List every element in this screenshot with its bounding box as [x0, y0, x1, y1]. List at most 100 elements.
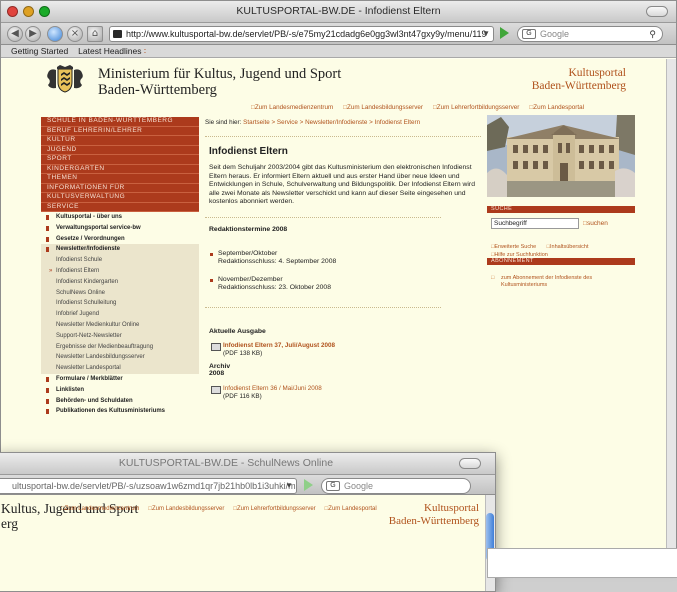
search-placeholder: Google [344, 481, 374, 491]
nav-sport[interactable]: SPORT [41, 155, 199, 165]
sidebar-item-schulnews[interactable]: SchulNews Online [41, 287, 199, 299]
go-icon[interactable] [304, 479, 313, 491]
vertical-scrollbar[interactable] [666, 59, 676, 560]
sidebar-item-newsletter[interactable]: Newsletter/Infodienste [41, 244, 199, 256]
link-landesportal[interactable]: Zum Landesportal [529, 104, 584, 111]
link-landesbildungsserver[interactable]: Zum Landesbildungsserver [343, 104, 423, 111]
nav-schule[interactable]: SCHULE IN BADEN-WÜRTTEMBERG [41, 117, 199, 127]
bookmarks-bar: Getting Started Latest Headlines ∶ [1, 45, 676, 58]
sidebar-item-formulare[interactable]: Formulare / Merkblätter [41, 374, 199, 385]
archive-issue-link[interactable]: Infodienst Eltern 36 / Mai/Juni 2008 [223, 385, 481, 393]
site-search-input[interactable]: Suchbegriff [491, 218, 579, 229]
window-title: KULTUSPORTAL-BW.DE - SchulNews Online [118, 457, 334, 469]
go-icon[interactable] [500, 27, 509, 39]
site-search-button[interactable]: suchen [583, 220, 608, 227]
bookmark-latest-headlines-label: Latest Headlines [78, 46, 142, 56]
abonnement-link[interactable]: □ zum Abonnement der Infodienste des Kul… [487, 265, 635, 289]
sidebar-item-ueber-uns[interactable]: Kultusportal - über uns [41, 212, 199, 223]
sidebar-item-landesbildungsserver[interactable]: Newsletter Landesbildungsserver [41, 352, 199, 364]
magnifier-icon[interactable]: ⚲ [649, 27, 656, 41]
top-links: Zum Landesmedienzentrum Zum Landesbildun… [61, 506, 377, 512]
nav-kindergarten[interactable]: KINDERGARTEN [41, 165, 199, 174]
termin-date: Redaktionsschluss: 4. September 2008 [218, 258, 337, 265]
breadcrumb-path[interactable]: Startseite > Service > Newsletter/Infodi… [243, 119, 420, 126]
divider [205, 136, 481, 137]
back-icon[interactable]: ◀ [7, 26, 23, 42]
link-landesbildungsserver[interactable]: Zum Landesbildungsserver [148, 506, 224, 512]
search-input[interactable]: G Google ⚲ [517, 26, 663, 42]
search-section-header: SUCHE [487, 206, 635, 213]
toolbar-toggle-button[interactable] [459, 458, 481, 469]
chevron-down-icon[interactable]: ▼ [285, 479, 293, 493]
browser-window-schulnews: KULTUSPORTAL-BW.DE - SchulNews Online ul… [0, 452, 496, 592]
nav-jugend[interactable]: JUGEND [41, 146, 199, 155]
service-subnavigation: Kultusportal - über uns Verwaltungsporta… [41, 212, 199, 417]
sidebar-item-schulleitung[interactable]: Infodienst Schulleitung [41, 298, 199, 310]
portal-line-2: Baden-Württemberg [388, 515, 479, 527]
portal-line-1: Kultusportal [568, 67, 627, 79]
home-icon[interactable]: ⌂ [87, 26, 103, 42]
address-bar[interactable]: ultusportal-bw.de/servlet/PB/-s/uzsoaw1w… [0, 478, 297, 494]
stop-icon[interactable]: × [67, 26, 83, 42]
sidebar-item-behoerden[interactable]: Behörden- und Schuldaten [41, 396, 199, 407]
forward-icon[interactable]: ▶ [25, 26, 41, 42]
sidebar-item-infodienst-kindergarten[interactable]: Infodienst Kindergarten [41, 276, 199, 288]
sidebar-item-service-bw[interactable]: Verwaltungsportal service-bw [41, 223, 199, 234]
background-window-edge [487, 548, 677, 578]
right-column: SUCHE Suchbegriff suchen Erweiterte Such… [487, 115, 635, 289]
link-lehrerfortbildungsserver[interactable]: Zum Lehrerfortbildungsserver [433, 104, 520, 111]
toolbar-toggle-button[interactable] [646, 6, 668, 17]
aktuelle-heading: Aktuelle Ausgabe [209, 327, 266, 335]
portal-line-1: Kultusportal [424, 502, 479, 514]
top-links: Zum Landesmedienzentrum Zum Landesbildun… [251, 104, 584, 111]
bookmark-getting-started[interactable]: Getting Started [11, 45, 68, 57]
link-lehrerfortbildungsserver[interactable]: Zum Lehrerfortbildungsserver [233, 506, 316, 512]
title-bar[interactable]: KULTUSPORTAL-BW.DE - Infodienst Eltern [1, 1, 676, 23]
abonnement-link-line-1: zum Abonnement der Infodienste des [501, 275, 593, 281]
link-hilfe-suchfunktion[interactable]: Hilfe zur Suchfunktion [491, 252, 548, 258]
link-landesmedienzentrum[interactable]: Zum Landesmedienzentrum [251, 104, 333, 111]
chevron-down-icon[interactable]: ▼ [482, 27, 490, 41]
address-bar[interactable]: http://www.kultusportal-bw.de/servlet/PB… [109, 26, 494, 42]
site-header: Ministerium für Kultus, Jugend und Sport… [1, 59, 676, 99]
search-placeholder: Google [540, 29, 570, 39]
sidebar-item-infodienst-schule[interactable]: Infodienst Schule [41, 255, 199, 266]
archive-issue-size: (PDF 116 KB) [223, 392, 262, 400]
sidebar-item-landesportal[interactable]: Newsletter Landesportal [41, 363, 199, 374]
sidebar-item-infobrief-jugend[interactable]: Infobrief Jugend [41, 309, 199, 320]
ministry-line-1: Ministerium für Kultus, Jugend und Sport [98, 66, 342, 82]
nav-beruf[interactable]: BERUF LEHRERIN/LEHRER [41, 127, 199, 136]
termin-item: September/Oktober Redaktionsschluss: 4. … [209, 250, 481, 267]
abonnement-link-line-2: Kultusministeriums [501, 282, 548, 288]
reload-icon[interactable] [47, 26, 63, 42]
sidebar-item-medienkultur[interactable]: Newsletter Medienkultur Online [41, 319, 199, 331]
link-landesmedienzentrum[interactable]: Zum Landesmedienzentrum [61, 506, 140, 512]
sidebar-item-linklisten[interactable]: Linklisten [41, 385, 199, 396]
link-inhaltsuebersicht[interactable]: Inhaltsübersicht [547, 244, 589, 250]
bookmark-latest-headlines[interactable]: Latest Headlines ∶ [78, 45, 146, 57]
favicon-icon [113, 30, 122, 38]
sidebar-item-medienbeauftragung[interactable]: Ergebnisse der Medienbeauftragung [41, 341, 199, 353]
portal-name[interactable]: Kultusportal Baden-Württemberg [532, 67, 626, 93]
intro-text: Seit dem Schuljahr 2003/2004 gibt das Ku… [209, 164, 475, 205]
title-bar[interactable]: KULTUSPORTAL-BW.DE - SchulNews Online [0, 453, 495, 475]
current-issue-link[interactable]: Infodienst Eltern 37, Juli/August 2008 [223, 342, 481, 350]
portal-name[interactable]: Kultusportal Baden-Württemberg [389, 502, 479, 528]
nav-service[interactable]: SERVICE [41, 203, 199, 212]
nav-kultusverwaltung[interactable]: KULTUSVERWALTUNG [41, 193, 199, 203]
coat-of-arms-icon [47, 65, 83, 93]
main-content: Sie sind hier: Startseite > Service > Ne… [205, 119, 481, 401]
current-issue-size: (PDF 138 KB) [223, 349, 263, 357]
sidebar-item-gesetze[interactable]: Gesetze / Verordnungen [41, 234, 199, 245]
search-input[interactable]: G Google [321, 478, 471, 494]
sidebar-item-infodienst-eltern[interactable]: Infodienst Eltern [41, 265, 199, 277]
nav-kultur[interactable]: KULTUR [41, 136, 199, 146]
link-landesportal[interactable]: Zum Landesportal [325, 506, 376, 512]
sidebar-item-publikationen[interactable]: Publikationen des Kultusministeriums [41, 406, 199, 417]
nav-informationen[interactable]: INFORMATIONEN FÜR [41, 184, 199, 193]
address-url: http://www.kultusportal-bw.de/servlet/PB… [126, 29, 487, 39]
nav-themen[interactable]: THEMEN [41, 174, 199, 184]
ministry-name[interactable]: Ministerium für Kultus, Jugend und Sport… [98, 66, 341, 98]
address-url: ultusportal-bw.de/servlet/PB/-s/uzsoaw1w… [12, 481, 297, 491]
sidebar-item-support-netz[interactable]: Support-Netz-Newsletter [41, 330, 199, 342]
